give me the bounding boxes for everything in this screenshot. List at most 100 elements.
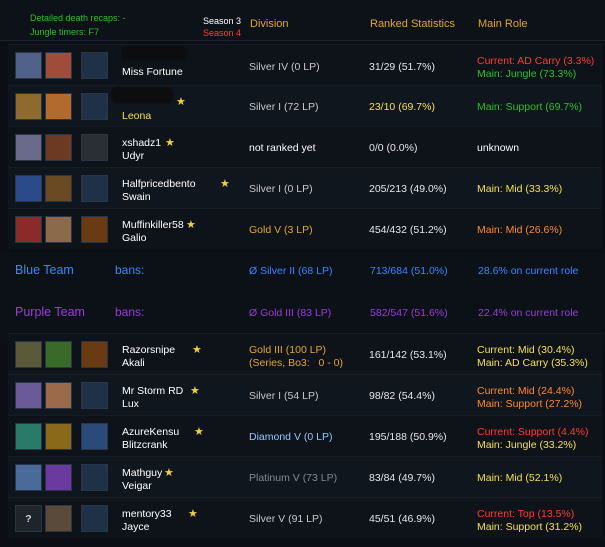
division-value: Gold V (3 LP) [249,224,313,236]
champion-icon [45,505,72,532]
purple-team-bans-label: bans: [115,305,145,319]
division-value: Silver I (0 LP) [249,183,313,195]
match-overview-panel: Detailed death recaps: - Jungle timers: … [0,0,605,547]
champion-name: Lux [122,398,139,410]
blurred-summoner-name [121,46,187,60]
blue-player-row: xshadz1 ★ Udyr not ranked yet 0/0 (0.0%)… [8,126,602,167]
rank-icon [81,93,108,120]
star-icon: ★ [220,178,230,190]
purple-player-row: ? mentory33 ★ Jayce Silver V (91 LP) 45/… [8,497,602,538]
summoner-name: AzureKensu [122,426,180,438]
main-role: Main: Support (27.2%) [477,398,583,410]
blue-team-summary: Blue Team bans: Ø Silver II (68 LP) 713/… [0,253,605,299]
summoner-icon [15,134,42,161]
current-role: Current: Mid (30.4%) [477,344,575,356]
purple-team-avg-ranked: 582/547 (51.6%) [370,307,448,319]
rank-icon [81,175,108,202]
rank-icon [81,341,108,368]
champion-name: Jayce [122,521,150,533]
division-header: Division [250,18,289,30]
rank-icon [81,423,108,450]
summoner-icon [15,423,42,450]
champion-name: Udyr [122,150,145,162]
main-role: Main: Support (69.7%) [477,101,583,113]
champion-icon [45,134,72,161]
purple-player-row: Razorsnipe ★ Akali Gold III (100 LP) (Se… [8,333,602,374]
champion-name: Leona [122,110,152,122]
blue-player-row: Halfpricedbento ★ Swain Silver I (0 LP) … [8,167,602,208]
star-icon: ★ [165,137,175,149]
division-value: not ranked yet [249,142,316,154]
division-value: Silver I (54 LP) [249,390,319,402]
ranked-value: 205/213 (49.0%) [369,183,447,195]
summoner-icon [15,216,42,243]
jungle-timers-hint: Jungle timers: F7 [30,27,100,37]
division-value: Silver I (72 LP) [249,101,319,113]
ranked-value: 454/432 (51.2%) [369,224,447,236]
main-role-header: Main Role [478,18,528,30]
division-value: Diamond V (0 LP) [249,431,333,443]
rank-icon [81,216,108,243]
main-role: Main: Mid (52.1%) [477,472,563,484]
champion-icon [45,341,72,368]
header-bar: Detailed death recaps: - Jungle timers: … [0,0,605,41]
summoner-name: Halfpricedbento [122,178,196,190]
ranked-value: 195/188 (50.9%) [369,431,447,443]
champion-name: Swain [122,191,151,203]
division-value: Platinum V (73 LP) [249,472,338,484]
star-icon: ★ [192,344,202,356]
champion-name: Akali [122,357,145,369]
death-recaps-hint: Detailed death recaps: - [30,13,126,23]
rank-icon [81,382,108,409]
main-role: Main: Jungle (33.2%) [477,439,577,451]
season4-label: Season 4 [203,28,242,38]
purple-team-avg-division: Ø Gold III (83 LP) [249,307,332,319]
unranked-icon [81,134,108,161]
main-role: Main: Mid (33.3%) [477,183,563,195]
purple-player-row: AzureKensu ★ Blitzcrank Diamond V (0 LP)… [8,415,602,456]
main-role: unknown [477,142,520,154]
summoner-name: Muffinkiller58 [122,219,184,231]
current-role: Current: Mid (24.4%) [477,385,575,397]
champion-icon [45,216,72,243]
current-role: Current: AD Carry (3.3%) [477,55,595,67]
star-icon: ★ [188,508,198,520]
purple-player-row: Mathguy ★ Veigar Platinum V (73 LP) 83/8… [8,456,602,497]
star-icon: ★ [194,426,204,438]
ranked-value: 31/29 (51.7%) [369,61,435,73]
blurred-summoner-name [111,87,173,103]
division-value: Silver IV (0 LP) [249,61,320,73]
rank-icon [81,52,108,79]
rank-icon [81,464,108,491]
summoner-name: Mr Storm RD [122,385,184,397]
ranked-stats-header: Ranked Statistics [370,18,455,30]
blue-team-role-summary: 28.6% on current role [478,265,579,277]
division-value: Gold III (100 LP) [249,344,327,356]
ranked-value: 0/0 (0.0%) [369,142,418,154]
current-role: Current: Support (4.4%) [477,426,589,438]
champion-icon [45,464,72,491]
ranked-value: 98/82 (54.4%) [369,390,435,402]
blue-team-label: Blue Team [15,263,74,277]
main-role: Main: Mid (26.6%) [477,224,563,236]
ranked-value: 45/51 (46.9%) [369,513,435,525]
summoner-icon [15,52,42,79]
purple-team-role-summary: 22.4% on current role [478,307,579,319]
champion-icon [45,423,72,450]
champion-name: Veigar [122,480,152,492]
star-icon: ★ [176,96,186,108]
ranked-value: 161/142 (53.1%) [369,349,447,361]
champion-icon [45,175,72,202]
star-icon: ★ [186,219,196,231]
ranked-value: 23/10 (69.7%) [369,101,435,113]
champion-icon [45,93,72,120]
champion-name: Galio [122,232,147,244]
champion-name: Blitzcrank [122,439,168,451]
star-icon: ★ [190,385,200,397]
summoner-name: Mathguy [122,467,163,479]
main-role: Main: Jungle (73.3%) [477,68,577,80]
series-status: (Series, Bo3: 0 - 0) [249,357,343,369]
purple-team-label: Purple Team [15,305,85,319]
champion-icon [45,52,72,79]
rank-icon [81,505,108,532]
